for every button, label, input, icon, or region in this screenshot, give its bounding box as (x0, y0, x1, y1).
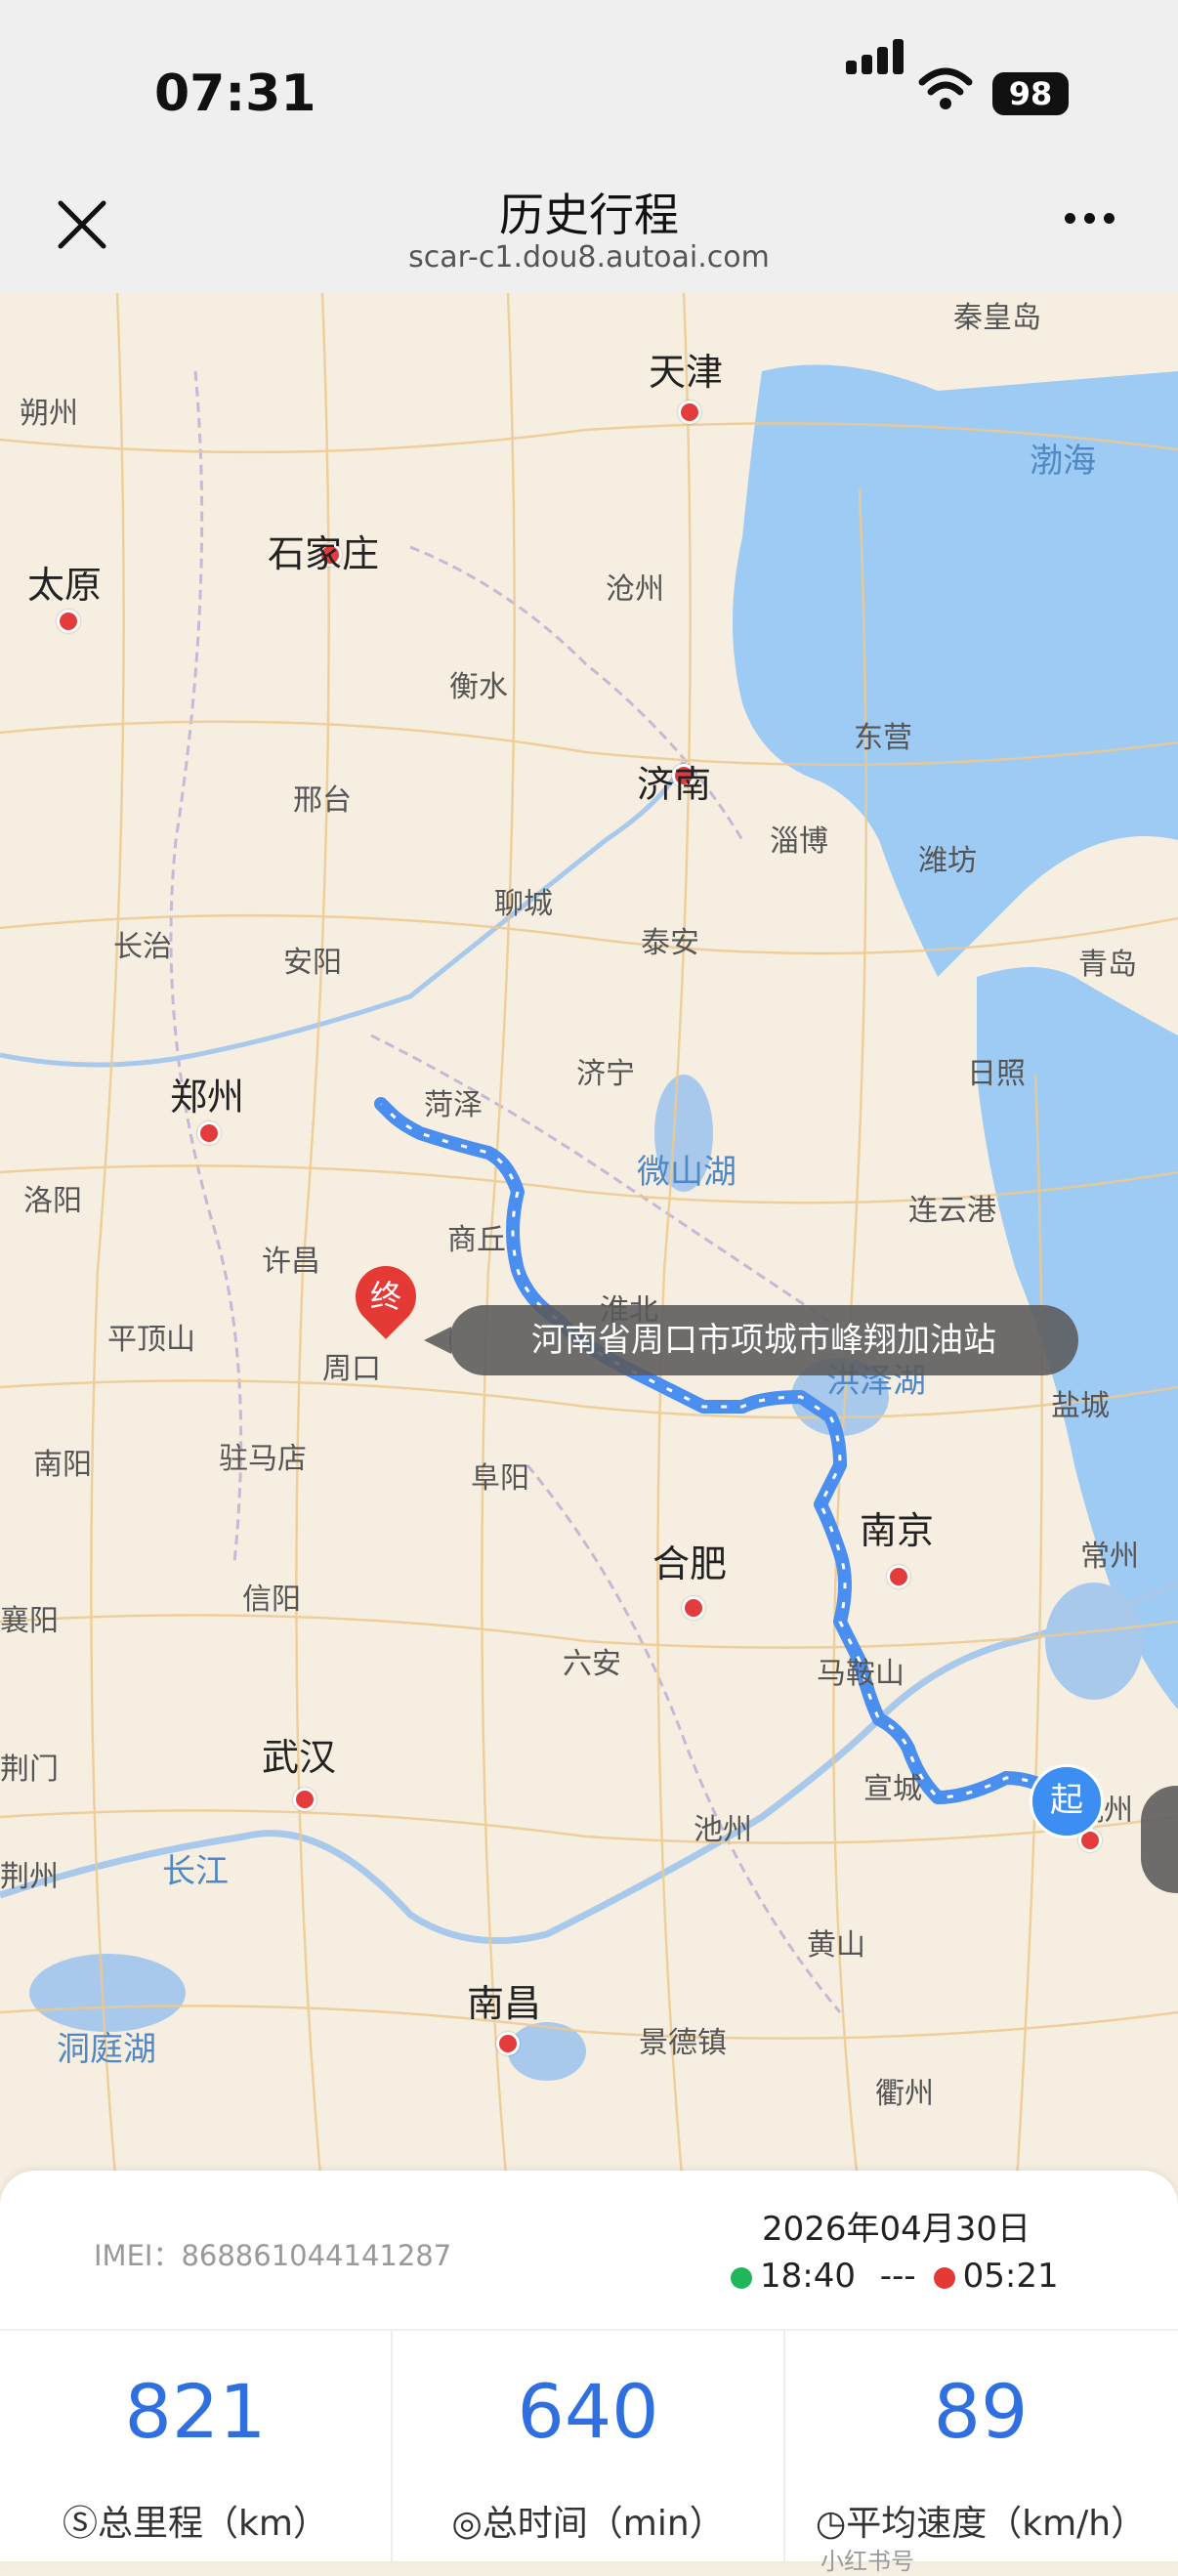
city-label: 信阳 (242, 1583, 301, 1617)
city-label: 荆门 (0, 1753, 59, 1787)
start-time-dot (731, 2266, 752, 2289)
city-label: 日照 (967, 1057, 1026, 1091)
route-path (374, 1097, 1070, 1804)
stat-value: 89 (933, 2368, 1029, 2455)
water-label-bohai: 渤海 (1030, 442, 1096, 481)
wifi-icon (918, 67, 973, 109)
city-label: 宣城 (863, 1772, 922, 1806)
city-dot (293, 1788, 316, 1811)
city-label: 盐城 (1051, 1389, 1110, 1423)
status-bar: 07:31 98 (0, 0, 1178, 147)
city-label: 沧州 (606, 572, 664, 607)
city-dot (682, 1596, 705, 1620)
city-label-tianjin: 天津 (649, 351, 724, 394)
city-label: 驻马店 (219, 1442, 307, 1476)
stat-label: ◎总时间（min） (451, 2504, 725, 2544)
mileage-icon: Ⓢ (63, 2504, 99, 2544)
city-label: 潍坊 (918, 844, 977, 878)
end-time: 05:21 (962, 2257, 1059, 2296)
city-label: 襄阳 (0, 1604, 59, 1638)
city-label: 许昌 (262, 1245, 320, 1279)
city-label: 邢台 (293, 783, 352, 818)
city-label-jinan: 济南 (637, 763, 712, 806)
city-label: 周口 (322, 1352, 381, 1386)
imei-text: IMEI：868861044141287 (94, 2239, 452, 2272)
water-label-weishan: 微山湖 (637, 1153, 736, 1192)
page-title: 历史行程 (499, 189, 679, 241)
city-label: 青岛 (1078, 948, 1137, 982)
city-label: 南阳 (33, 1448, 92, 1482)
city-label: 衡水 (449, 670, 508, 704)
city-label: 洛阳 (23, 1184, 82, 1218)
map-view[interactable]: 天津 石家庄 太原 济南 郑州 南京 合肥 武汉 南昌 秦皇岛 朔州 沧州 衡水… (0, 293, 1178, 2198)
city-label: 六安 (563, 1647, 621, 1681)
city-label: 池州 (694, 1813, 752, 1847)
city-label-nanchang: 南昌 (467, 1982, 542, 2025)
city-label: 安阳 (283, 946, 342, 980)
city-label-shijiazhuang: 石家庄 (268, 532, 380, 575)
city-label: 常州 (1080, 1540, 1139, 1574)
city-dot (496, 2032, 520, 2055)
city-label: 景德镇 (639, 2026, 727, 2060)
city-label: 马鞍山 (817, 1657, 905, 1691)
city-label: 黄山 (807, 1928, 865, 1963)
city-label: 淄博 (770, 824, 828, 859)
stat-label: Ⓢ总里程（km） (63, 2504, 328, 2544)
end-time-dot (933, 2266, 955, 2289)
city-label: 济宁 (576, 1057, 635, 1091)
city-label-hefei: 合肥 (652, 1542, 728, 1585)
city-label: 荆州 (0, 1860, 59, 1894)
city-label-wuhan: 武汉 (262, 1736, 337, 1779)
clock-icon: ◎ (451, 2504, 483, 2544)
water-label-dongting: 洞庭湖 (57, 2030, 156, 2069)
stat-average-speed: 89 ◷平均速度（km/h） (785, 2329, 1176, 2561)
page-domain: scar-c1.dou8.autoai.com (408, 240, 770, 274)
city-label: 泰安 (641, 926, 699, 960)
city-dot (197, 1121, 221, 1145)
city-label: 聊城 (494, 887, 553, 921)
city-label: 阜阳 (471, 1461, 529, 1496)
speed-icon: ◷ (815, 2504, 847, 2544)
watermark-text: 小红书号 (820, 2548, 914, 2575)
trip-time-range: 18:40 --- 05:21 (731, 2257, 1059, 2296)
city-label: 平顶山 (107, 1323, 195, 1357)
battery-indicator: 98 (992, 72, 1069, 115)
stat-label: ◷平均速度（km/h） (815, 2504, 1147, 2544)
start-location-tooltip[interactable] (1141, 1786, 1178, 1893)
city-label-zhengzhou: 郑州 (170, 1076, 245, 1119)
city-label: 连云港 (908, 1194, 996, 1228)
city-label: 东营 (854, 721, 912, 755)
city-label-nanjing: 南京 (860, 1509, 935, 1552)
city-label: 菏泽 (424, 1088, 483, 1122)
city-label: 商丘 (447, 1223, 506, 1257)
water-label-changjiang: 长江 (162, 1852, 229, 1891)
city-label: 朔州 (20, 397, 78, 431)
end-marker-label: 终 (369, 1278, 401, 1315)
stat-total-distance: 821 Ⓢ总里程（km） (0, 2329, 391, 2561)
stat-total-time: 640 ◎总时间（min） (393, 2329, 783, 2561)
city-dot (678, 401, 701, 424)
time-separator: --- (879, 2257, 916, 2296)
status-time: 07:31 (154, 64, 316, 123)
city-label: 衢州 (875, 2077, 934, 2111)
city-label: 秦皇岛 (953, 301, 1041, 335)
stat-value: 640 (517, 2368, 659, 2455)
start-marker[interactable]: 起 (1030, 1764, 1104, 1838)
city-dot (57, 610, 80, 633)
stat-value: 821 (124, 2368, 267, 2455)
end-location-tooltip[interactable]: 河南省周口市项城市峰翔加油站 (424, 1305, 1078, 1375)
city-label-taiyuan: 太原 (27, 564, 103, 607)
city-dot (887, 1565, 910, 1588)
city-label: 长治 (113, 930, 172, 964)
start-time: 18:40 (760, 2257, 856, 2296)
trip-date: 2026年04月30日 (762, 2210, 1031, 2249)
